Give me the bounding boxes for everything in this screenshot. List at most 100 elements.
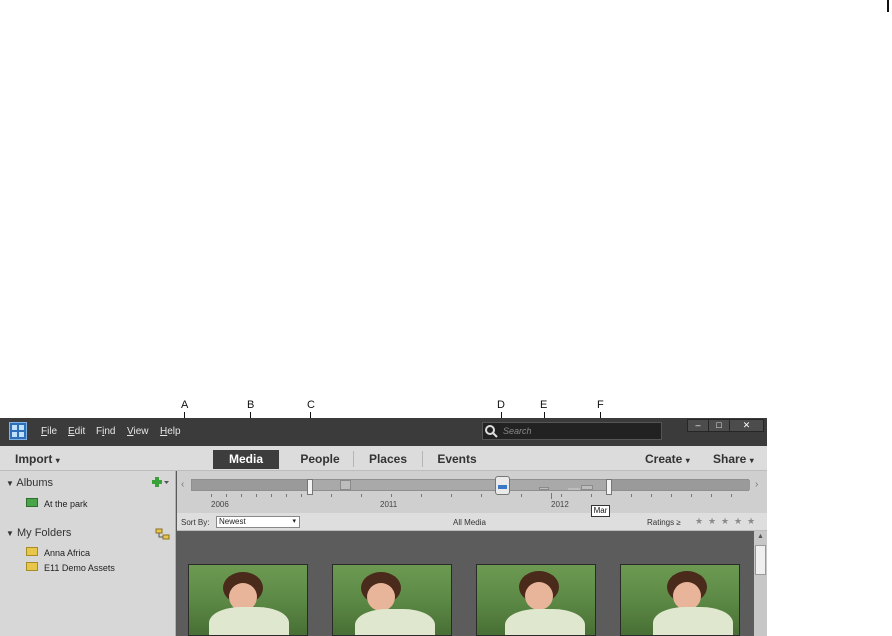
tab-divider (422, 451, 423, 467)
close-button[interactable]: ✕ (729, 419, 764, 432)
timeline-tick (271, 494, 272, 497)
timeline-scroll-left-icon[interactable]: ‹ (181, 479, 184, 490)
star-icon[interactable]: ★ (708, 516, 716, 527)
left-panel: ▼ Albums At the park ▼ My Folders Anna A… (0, 471, 176, 636)
add-album-icon[interactable] (152, 477, 170, 489)
menu-file[interactable]: File (41, 426, 57, 437)
menu-find[interactable]: Find (96, 426, 115, 437)
timeline-scroll-right-icon[interactable]: › (755, 479, 758, 490)
timeline-tick (391, 494, 392, 497)
triangle-down-icon: ▼ (6, 529, 14, 538)
media-thumbnail[interactable] (188, 564, 308, 636)
media-thumbnail[interactable] (332, 564, 452, 636)
timeline-tick (241, 494, 242, 497)
share-button[interactable]: Share ▾ (713, 452, 754, 466)
timeline-tick (631, 494, 632, 497)
tab-divider (353, 451, 354, 467)
chevron-down-icon: ▾ (55, 456, 60, 465)
callout-f: F (597, 399, 604, 411)
scroll-up-icon[interactable]: ▲ (755, 533, 766, 543)
timeline-tick (301, 494, 302, 497)
timeline-tick (226, 494, 227, 497)
timeline-bar (539, 487, 549, 490)
timeline-start-handle[interactable] (307, 479, 313, 495)
folders-header[interactable]: ▼ My Folders (6, 527, 71, 539)
timeline-bar (568, 488, 580, 490)
tab-people[interactable]: People (291, 450, 349, 469)
edge-mark (887, 0, 889, 12)
chevron-down-icon: ▾ (749, 456, 754, 465)
maximize-button[interactable]: □ (708, 419, 730, 432)
folder-item[interactable]: E11 Demo Assets (44, 563, 115, 573)
tab-media[interactable]: Media (213, 450, 279, 469)
timeline-bar (340, 480, 351, 490)
timeline-year-label: 2012 (551, 500, 569, 509)
callout-c: C (307, 399, 315, 411)
menu-help[interactable]: Help (160, 426, 181, 437)
timeline-tick (256, 494, 257, 497)
ratings-filter[interactable]: Ratings ≥ (647, 518, 681, 527)
star-icon[interactable]: ★ (721, 516, 729, 527)
timeline-tick (331, 494, 332, 497)
tab-places[interactable]: Places (360, 450, 416, 469)
timeline-tick (451, 494, 452, 497)
media-thumbnail[interactable] (620, 564, 740, 636)
folder-item[interactable]: Anna Africa (44, 548, 90, 558)
timeline-tick (651, 494, 652, 497)
tab-events[interactable]: Events (429, 450, 485, 469)
timeline-date-tooltip: Mar (591, 505, 610, 517)
timeline-tick (671, 494, 672, 497)
timeline-range-right (612, 480, 750, 490)
albums-header[interactable]: ▼ Albums (6, 477, 53, 489)
create-button[interactable]: Create ▾ (645, 452, 690, 466)
timeline-tick (691, 494, 692, 497)
media-grid (177, 531, 754, 636)
timeline-tick (731, 494, 732, 497)
search-placeholder: Search (503, 426, 532, 436)
album-item[interactable]: At the park (44, 499, 88, 509)
triangle-down-icon: ▼ (6, 479, 14, 488)
timeline-tick (211, 494, 212, 497)
app-logo-icon[interactable] (9, 422, 27, 440)
search-icon[interactable] (484, 424, 498, 438)
star-icon[interactable]: ★ (695, 516, 703, 527)
timeline-range-left (192, 480, 310, 490)
menu-bar: File Edit Find View Help Search – □ ✕ (0, 418, 767, 446)
chevron-down-icon: ▾ (292, 518, 296, 525)
media-thumbnail[interactable] (476, 564, 596, 636)
callout-a: A (181, 399, 189, 411)
timeline-bar (581, 485, 593, 490)
folder-tree-icon[interactable] (155, 528, 171, 541)
timeline-position-marker[interactable] (495, 476, 510, 495)
chevron-down-icon: ▾ (685, 456, 690, 465)
folder-icon (26, 547, 38, 556)
callout-e: E (540, 399, 548, 411)
timeline-tick (561, 494, 562, 497)
vertical-scrollbar[interactable]: ▲ (754, 531, 767, 636)
timeline-tick (421, 494, 422, 497)
sort-bar: Sort By: Newest ▾ All Media Ratings ≥ ★ … (177, 513, 767, 531)
sort-label: Sort By: (181, 518, 210, 527)
timeline: ‹ › 2006 2011 2012 (177, 471, 767, 513)
album-icon (26, 498, 38, 507)
timeline-tick (481, 494, 482, 497)
timeline-tick-major (551, 493, 552, 499)
import-button[interactable]: Import ▾ (15, 452, 60, 466)
folder-icon (26, 562, 38, 571)
timeline-year-label: 2011 (380, 500, 398, 509)
star-icon[interactable]: ★ (747, 516, 755, 527)
timeline-tick (521, 494, 522, 497)
menu-view[interactable]: View (127, 426, 149, 437)
timeline-year-label: 2006 (211, 500, 229, 509)
timeline-tick (286, 494, 287, 497)
timeline-tick (711, 494, 712, 497)
minimize-button[interactable]: – (687, 419, 709, 432)
menu-edit[interactable]: Edit (68, 426, 85, 437)
organizer-window: File Edit Find View Help Search – □ ✕ Im… (0, 418, 767, 636)
scrollbar-thumb[interactable] (755, 545, 766, 575)
tab-bar: Import ▾ Media People Places Events Crea… (0, 446, 767, 471)
callout-d: D (497, 399, 505, 411)
sort-select[interactable]: Newest ▾ (216, 516, 300, 528)
view-label: All Media (453, 518, 486, 527)
star-icon[interactable]: ★ (734, 516, 742, 527)
